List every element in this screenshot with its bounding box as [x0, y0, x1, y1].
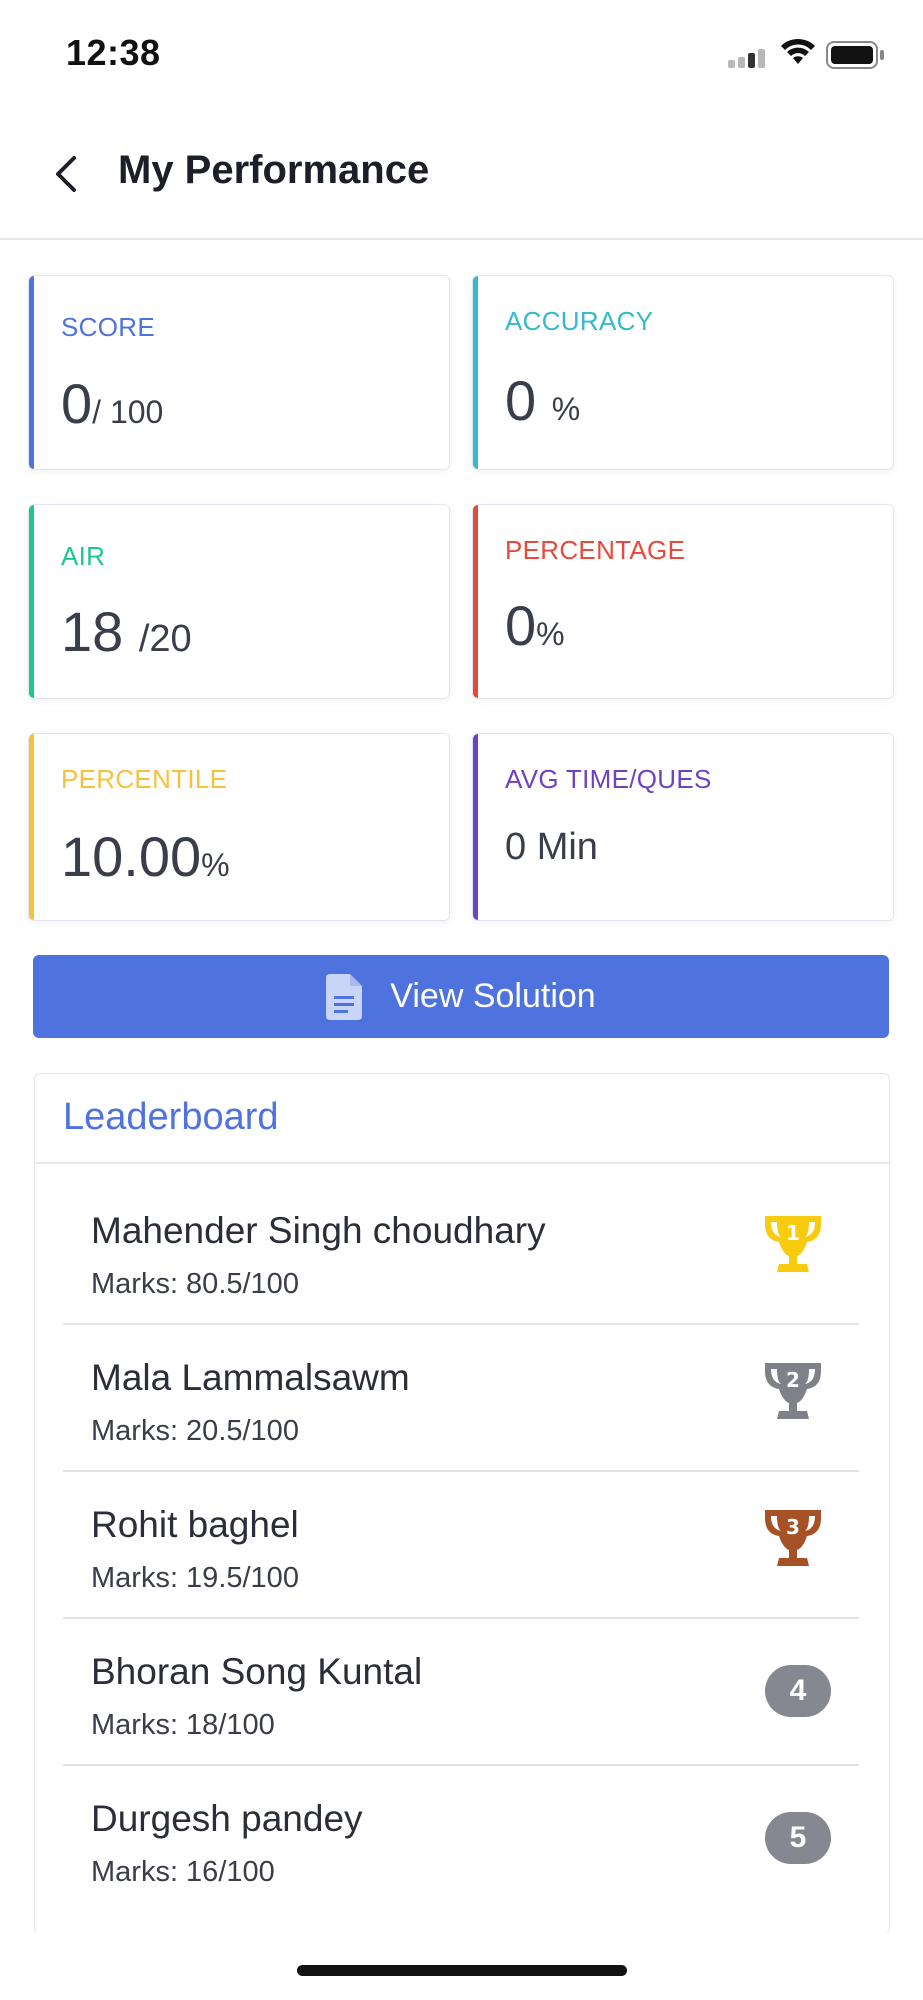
accuracy-value: 0 %	[505, 368, 580, 433]
percentile-card: PERCENTILE 10.00%	[28, 733, 450, 921]
percentile-label: PERCENTILE	[61, 764, 228, 794]
rank-badge: 5	[765, 1812, 831, 1864]
student-name: Mahender Singh choudhary	[91, 1210, 546, 1251]
rank-number: 1	[786, 1221, 800, 1245]
silver-trophy-icon: 2	[765, 1363, 821, 1419]
status-time: 12:38	[66, 32, 161, 73]
view-solution-button[interactable]: View Solution	[33, 955, 889, 1038]
student-marks: Marks: 18/100	[91, 1709, 275, 1741]
leaderboard-list: Mahender Singh choudhary Marks: 80.5/100…	[63, 1178, 859, 1911]
air-card: AIR 18 /20	[28, 504, 450, 699]
percentage-value: 0%	[505, 593, 565, 658]
student-name: Rohit baghel	[91, 1504, 299, 1545]
percentage-accent	[473, 505, 478, 698]
bronze-trophy-icon: 3	[765, 1510, 821, 1566]
student-marks: Marks: 19.5/100	[91, 1562, 299, 1594]
avg-time-label: AVG TIME/QUES	[505, 764, 712, 794]
status-bar: 12:38	[0, 0, 923, 110]
student-name: Bhoran Song Kuntal	[91, 1651, 423, 1692]
percentage-number: 0	[505, 594, 537, 657]
view-solution-label: View Solution	[390, 977, 596, 1015]
air-value: 18 /20	[61, 599, 192, 664]
cellular-signal-icon	[728, 49, 765, 68]
percentage-unit: %	[536, 616, 565, 652]
air-accent	[29, 505, 34, 698]
score-value: 0/ 100	[61, 371, 163, 436]
score-label: SCORE	[61, 312, 155, 342]
percentage-card: PERCENTAGE 0%	[472, 504, 894, 699]
accuracy-label: ACCURACY	[505, 306, 654, 336]
air-denominator: /20	[138, 618, 192, 660]
percentage-label: PERCENTAGE	[505, 535, 686, 565]
battery-icon	[826, 41, 884, 69]
score-number: 0	[61, 372, 93, 435]
rank-number: 2	[786, 1368, 800, 1392]
accuracy-number: 0	[505, 369, 537, 432]
percentile-unit: %	[201, 847, 230, 883]
leaderboard-row[interactable]: Mala Lammalsawm Marks: 20.5/100 2	[63, 1325, 859, 1472]
page-title: My Performance	[118, 148, 430, 192]
accuracy-accent	[473, 276, 478, 469]
wifi-icon	[781, 38, 815, 64]
avg-time-card: AVG TIME/QUES 0 Min	[472, 733, 894, 921]
app-header: My Performance	[0, 110, 923, 240]
score-card: SCORE 0/ 100	[28, 275, 450, 470]
leaderboard-row[interactable]: Mahender Singh choudhary Marks: 80.5/100…	[63, 1178, 859, 1325]
air-number: 18	[61, 600, 124, 663]
student-marks: Marks: 16/100	[91, 1856, 275, 1888]
leaderboard-title: Leaderboard	[63, 1096, 279, 1138]
accuracy-card: ACCURACY 0 %	[472, 275, 894, 470]
percentile-number: 10.00	[61, 825, 202, 888]
student-name: Durgesh pandey	[91, 1798, 363, 1839]
score-accent	[29, 276, 34, 469]
percentile-accent	[29, 734, 34, 920]
accuracy-unit: %	[551, 391, 581, 427]
rank-number: 3	[786, 1515, 800, 1539]
score-denominator: / 100	[92, 394, 164, 430]
leaderboard-header: Leaderboard	[35, 1074, 889, 1164]
leaderboard-row[interactable]: Bhoran Song Kuntal Marks: 18/100 4	[63, 1619, 859, 1766]
rank-badge: 4	[765, 1665, 831, 1717]
avg-time-value: 0 Min	[505, 826, 598, 868]
percentile-value: 10.00%	[61, 824, 230, 889]
leaderboard-row[interactable]: Durgesh pandey Marks: 16/100 5	[63, 1766, 859, 1911]
back-arrow-icon[interactable]	[44, 150, 92, 198]
document-icon	[326, 973, 363, 1020]
student-name: Mala Lammalsawm	[91, 1357, 410, 1398]
avg-time-accent	[473, 734, 478, 920]
student-marks: Marks: 20.5/100	[91, 1415, 299, 1447]
air-label: AIR	[61, 541, 106, 571]
student-marks: Marks: 80.5/100	[91, 1268, 299, 1300]
leaderboard-panel: Leaderboard Mahender Singh choudhary Mar…	[34, 1073, 890, 1934]
home-indicator	[297, 1965, 627, 1976]
gold-trophy-icon: 1	[765, 1216, 821, 1272]
leaderboard-row[interactable]: Rohit baghel Marks: 19.5/100 3	[63, 1472, 859, 1619]
